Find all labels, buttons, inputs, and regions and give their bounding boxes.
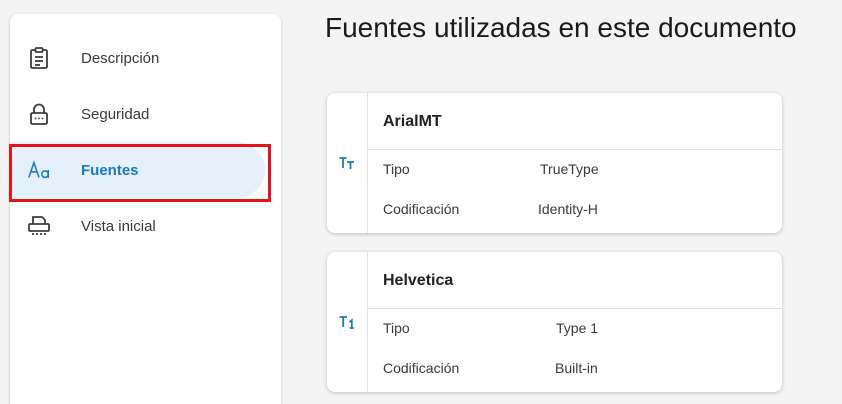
- printer-view-icon: [27, 214, 51, 238]
- sidebar: Descripción Seguridad Fuentes Vista inic…: [10, 14, 281, 404]
- font-name: Helvetica: [383, 272, 454, 289]
- truetype-font-icon: [327, 93, 368, 233]
- sidebar-item-descripcion[interactable]: Descripción: [10, 30, 281, 86]
- font-name: ArialMT: [383, 113, 442, 130]
- sidebar-item-label: Descripción: [81, 49, 160, 67]
- sidebar-item-label: Seguridad: [81, 105, 150, 123]
- page-title: Fuentes utilizadas en este documento: [325, 12, 797, 43]
- type-value: TrueType: [540, 161, 599, 177]
- font-aa-icon: [27, 158, 51, 182]
- divider: [368, 149, 782, 150]
- clipboard-icon: [27, 46, 51, 70]
- type-label: Tipo: [383, 161, 410, 177]
- sidebar-item-label: Vista inicial: [81, 217, 156, 235]
- encoding-value: Built-in: [555, 360, 598, 376]
- font-card-arialmt: ArialMT Tipo TrueType Codificación Ident…: [327, 93, 782, 233]
- encoding-label: Codificación: [383, 360, 460, 376]
- type-value: Type 1: [556, 320, 599, 336]
- sidebar-item-vista-inicial[interactable]: Vista inicial: [10, 198, 281, 254]
- lock-icon: [27, 102, 51, 126]
- encoding-label: Codificación: [383, 201, 460, 217]
- sidebar-item-fuentes[interactable]: Fuentes: [10, 142, 265, 198]
- sidebar-item-label: Fuentes: [81, 161, 139, 179]
- font-card-helvetica: Helvetica Tipo Type 1 Codificación Built…: [327, 252, 782, 392]
- type-label: Tipo: [383, 320, 410, 336]
- encoding-value: Identity-H: [538, 201, 598, 217]
- sidebar-item-seguridad[interactable]: Seguridad: [10, 86, 281, 142]
- divider: [368, 308, 782, 309]
- type1-font-icon: [327, 252, 368, 392]
